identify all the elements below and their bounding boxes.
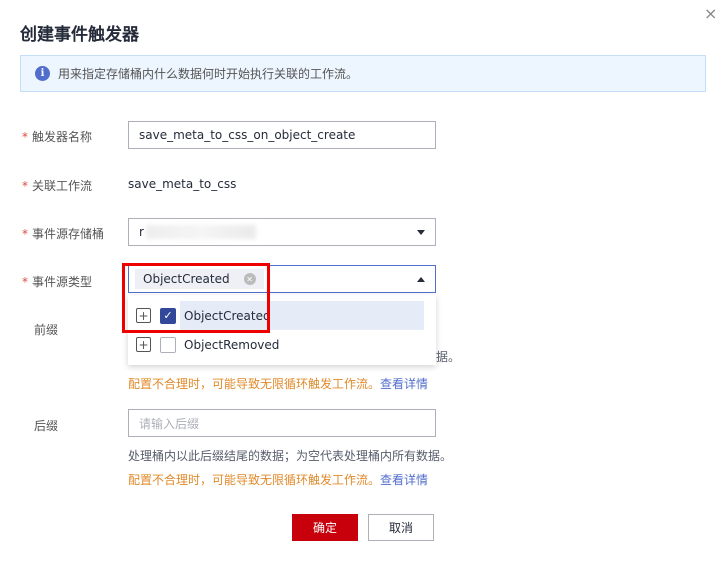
chevron-up-icon — [417, 277, 425, 282]
info-icon: i — [35, 66, 50, 81]
prefix-label: 前缀 — [34, 323, 59, 337]
workflow-value: save_meta_to_css — [128, 177, 237, 191]
prefix-warning: 配置不合理时，可能导致无限循环触发工作流。查看详情 — [128, 377, 429, 391]
checkbox-checked[interactable]: ✓ — [160, 307, 176, 324]
expand-plus-icon[interactable]: + — [136, 308, 151, 323]
redacted-bucket-name — [145, 225, 256, 239]
confirm-button[interactable]: 确定 — [292, 514, 358, 541]
expand-plus-icon[interactable]: + — [136, 337, 151, 352]
event-type-dropdown: + ✓ ObjectCreated + ObjectRemoved — [128, 295, 436, 365]
trigger-name-input[interactable]: save_meta_to_css_on_object_create — [128, 121, 436, 149]
checkbox-unchecked[interactable] — [160, 336, 176, 353]
trigger-name-label: * 触发器名称 — [22, 130, 93, 144]
event-type-select[interactable]: ObjectCreated ✕ — [128, 265, 436, 293]
prefix-details-link[interactable]: 查看详情 — [380, 377, 428, 391]
remove-tag-icon[interactable]: ✕ — [243, 273, 256, 285]
event-type-label: * 事件源类型 — [22, 275, 93, 289]
workflow-label: * 关联工作流 — [22, 179, 93, 193]
chevron-down-icon — [417, 230, 425, 235]
prefix-hint: 据。 — [436, 350, 461, 364]
cancel-button[interactable]: 取消 — [368, 514, 434, 541]
info-banner: i 用来指定存储桶内什么数据何时开始执行关联的工作流。 — [20, 55, 706, 92]
suffix-details-link[interactable]: 查看详情 — [380, 473, 428, 487]
option-object-removed[interactable]: + ObjectRemoved — [128, 330, 436, 359]
suffix-input[interactable]: 请输入后缀 — [128, 409, 436, 437]
selected-tag: ObjectCreated ✕ — [135, 269, 264, 289]
dialog-title: 创建事件触发器 — [20, 25, 139, 45]
close-icon[interactable]: × — [704, 4, 717, 23]
option-object-created[interactable]: + ✓ ObjectCreated — [128, 301, 436, 330]
suffix-warning: 配置不合理时，可能导致无限循环触发工作流。查看详情 — [128, 473, 429, 487]
info-text: 用来指定存储桶内什么数据何时开始执行关联的工作流。 — [58, 67, 359, 81]
bucket-select[interactable]: r — [128, 218, 436, 246]
bucket-label: * 事件源存储桶 — [22, 227, 105, 241]
suffix-hint: 处理桶内以此后缀结尾的数据；为空代表处理桶内所有数据。 — [128, 449, 453, 463]
suffix-label: 后缀 — [34, 419, 59, 433]
